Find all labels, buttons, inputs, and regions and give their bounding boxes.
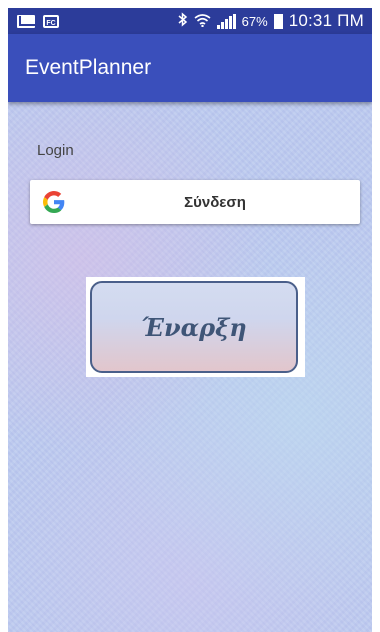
mail-icon — [17, 14, 35, 28]
app-title: EventPlanner — [25, 56, 152, 79]
battery-percent: 67% — [241, 13, 268, 29]
phone-screen: FC 67% 10:31 ΠΜ EventPlanner Login Σύνδε… — [8, 8, 372, 632]
status-bar: FC 67% 10:31 ΠΜ — [8, 8, 372, 34]
app-bar: EventPlanner — [8, 34, 372, 102]
start-button[interactable]: Έναρξη — [90, 281, 298, 373]
signal-icon — [216, 13, 236, 29]
bluetooth-icon — [178, 12, 188, 30]
google-signin-label: Σύνδεση — [184, 194, 246, 211]
login-label: Login — [37, 142, 74, 159]
wifi-icon — [194, 13, 211, 30]
google-signin-button[interactable]: Σύνδεση — [30, 180, 360, 224]
start-button-label: Έναρξη — [141, 312, 247, 342]
main-content: Login Σύνδεση Έναρξη — [8, 102, 372, 632]
app-notification-icon: FC — [43, 14, 59, 28]
start-button-frame: Έναρξη — [86, 277, 305, 377]
clock: 10:31 ΠΜ — [288, 11, 364, 30]
battery-icon — [273, 13, 283, 29]
